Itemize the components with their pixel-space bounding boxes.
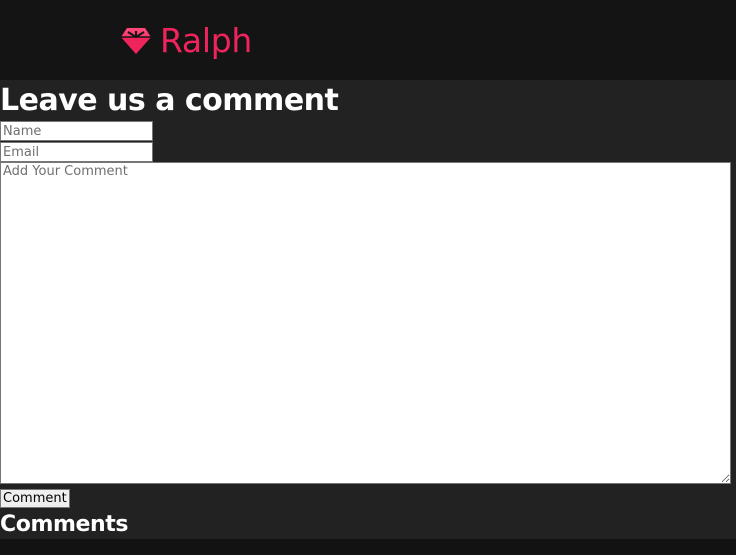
site-header: Ralph [0,0,736,80]
name-input[interactable] [0,121,153,141]
brand-logo[interactable]: Ralph [120,22,252,60]
comments-heading: Comments [0,512,129,537]
comment-textarea[interactable] [0,162,731,484]
comment-submit-button[interactable]: Comment [0,489,70,508]
brand-name: Ralph [160,21,252,60]
email-input[interactable] [0,142,153,162]
form-title: Leave us a comment [0,83,339,118]
gem-icon [120,26,152,56]
comment-section: Leave us a comment Comment Comments [0,80,736,539]
